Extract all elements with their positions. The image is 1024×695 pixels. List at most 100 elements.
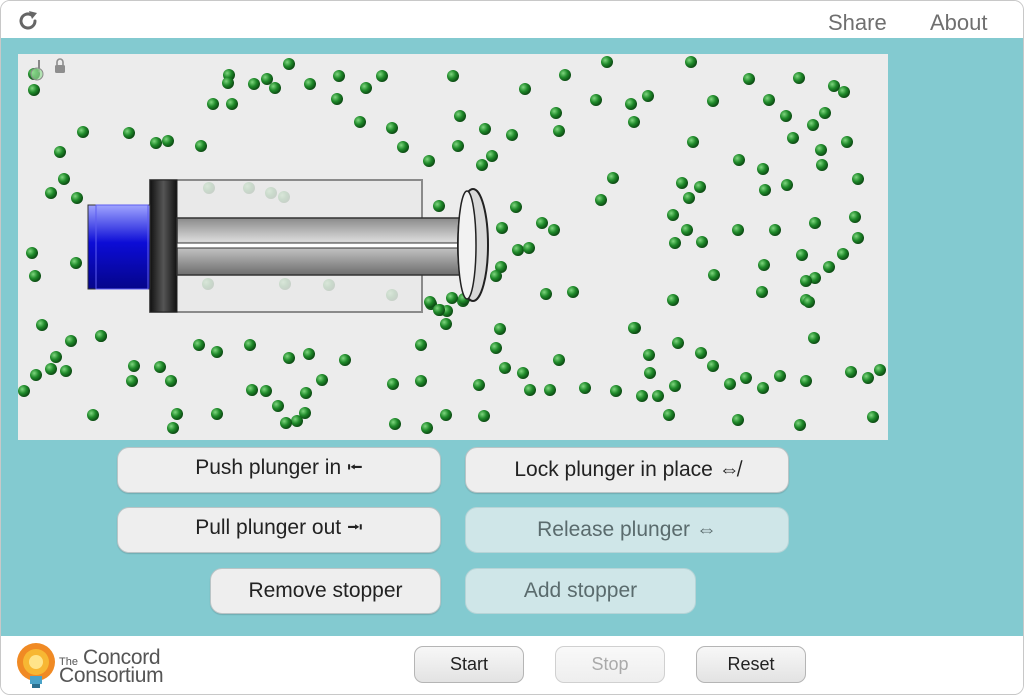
gas-molecule	[440, 318, 452, 330]
gas-molecule	[421, 422, 433, 434]
gas-molecule	[769, 224, 781, 236]
gas-molecule	[167, 422, 179, 434]
gas-molecule	[823, 261, 835, 273]
gas-molecule	[523, 242, 535, 254]
gas-molecule	[423, 155, 435, 167]
gas-molecule	[803, 296, 815, 308]
gas-molecule	[387, 378, 399, 390]
gas-molecule	[269, 82, 281, 94]
gas-molecule	[45, 363, 57, 375]
gas-molecule	[695, 347, 707, 359]
gas-molecule	[548, 224, 560, 236]
gas-molecule	[260, 385, 272, 397]
share-link[interactable]: Share	[828, 10, 887, 36]
concord-consortium-logo[interactable]: The Concord Consortium	[15, 642, 185, 692]
gas-molecule	[601, 56, 613, 68]
gas-molecule	[486, 150, 498, 162]
gas-molecule	[763, 94, 775, 106]
gas-molecule	[524, 384, 536, 396]
gas-molecule	[793, 72, 805, 84]
gas-molecule	[669, 380, 681, 392]
add-stopper-button[interactable]: Add stopper	[465, 568, 696, 614]
lock-plunger-button[interactable]: Lock plunger in place ⇎	[465, 447, 789, 493]
gas-molecule	[867, 411, 879, 423]
gas-molecule	[800, 375, 812, 387]
gas-molecule	[433, 200, 445, 212]
gas-molecule	[36, 319, 48, 331]
gas-molecule	[283, 58, 295, 70]
gas-molecule	[87, 409, 99, 421]
remove-stopper-button[interactable]: Remove stopper	[210, 568, 441, 614]
gas-molecule	[397, 141, 409, 153]
gas-molecule	[724, 378, 736, 390]
simulation-canvas[interactable]	[18, 54, 888, 440]
gas-molecule	[28, 84, 40, 96]
gas-molecule	[29, 270, 41, 282]
gas-molecule	[211, 408, 223, 420]
gas-molecule	[794, 419, 806, 431]
syringe[interactable]	[87, 179, 489, 313]
start-button[interactable]: Start	[414, 646, 524, 683]
gas-molecule	[165, 375, 177, 387]
gas-molecule	[70, 257, 82, 269]
gas-molecule	[610, 385, 622, 397]
gas-molecule	[667, 294, 679, 306]
reload-icon[interactable]	[17, 10, 39, 32]
gas-molecule	[478, 410, 490, 422]
gas-molecule	[787, 132, 799, 144]
gas-molecule	[499, 362, 511, 374]
gas-molecule	[808, 332, 820, 344]
thermometer-icon[interactable]	[30, 60, 44, 81]
gas-molecule	[376, 70, 388, 82]
gas-molecule	[50, 351, 62, 363]
gas-molecule	[65, 335, 77, 347]
gas-molecule	[816, 159, 828, 171]
simulation-panel: Push plunger in ⭰ Lock plunger in place …	[1, 38, 1023, 636]
gas-molecule	[476, 159, 488, 171]
gas-molecule	[512, 244, 524, 256]
gas-molecule	[800, 275, 812, 287]
gas-molecule	[652, 390, 664, 402]
gas-molecule	[553, 354, 565, 366]
gas-molecule	[628, 116, 640, 128]
gas-molecule	[874, 364, 886, 376]
gas-molecule	[733, 154, 745, 166]
app-window: Share About Push plunger in ⭰ Lock plung…	[0, 0, 1024, 695]
stop-button[interactable]: Stop	[555, 646, 665, 683]
push-plunger-in-button[interactable]: Push plunger in ⭰	[117, 447, 441, 493]
lock-icon[interactable]	[55, 58, 65, 73]
gas-molecule	[663, 409, 675, 421]
gas-molecule	[300, 387, 312, 399]
gas-molecule	[757, 163, 769, 175]
gas-molecule	[71, 192, 83, 204]
gas-molecule	[360, 82, 372, 94]
gas-molecule	[625, 98, 637, 110]
reset-button[interactable]: Reset	[696, 646, 806, 683]
gas-molecule	[540, 288, 552, 300]
gas-molecule	[246, 384, 258, 396]
gas-molecule	[272, 400, 284, 412]
gas-molecule	[707, 360, 719, 372]
release-plunger-button[interactable]: Release plunger ⇔	[465, 507, 789, 553]
gas-molecule	[280, 417, 292, 429]
gas-molecule	[510, 201, 522, 213]
logo-consortium-text: Consortium	[59, 664, 164, 687]
gas-molecule	[95, 330, 107, 342]
gas-molecule	[433, 304, 445, 316]
gas-molecule	[590, 94, 602, 106]
pull-plunger-out-button[interactable]: Pull plunger out ⭲	[117, 507, 441, 553]
simulation-svg	[18, 56, 886, 434]
gas-molecule	[828, 80, 840, 92]
gas-molecule	[780, 110, 792, 122]
about-link[interactable]: About	[930, 10, 988, 36]
gas-molecule	[303, 348, 315, 360]
gas-molecule	[628, 322, 640, 334]
gas-molecule	[757, 382, 769, 394]
gas-molecule	[595, 194, 607, 206]
gas-molecule	[171, 408, 183, 420]
gas-molecule	[636, 390, 648, 402]
top-bar: Share About	[1, 1, 1023, 38]
gas-molecule	[479, 123, 491, 135]
gas-molecule	[685, 56, 697, 68]
gas-molecule	[248, 78, 260, 90]
